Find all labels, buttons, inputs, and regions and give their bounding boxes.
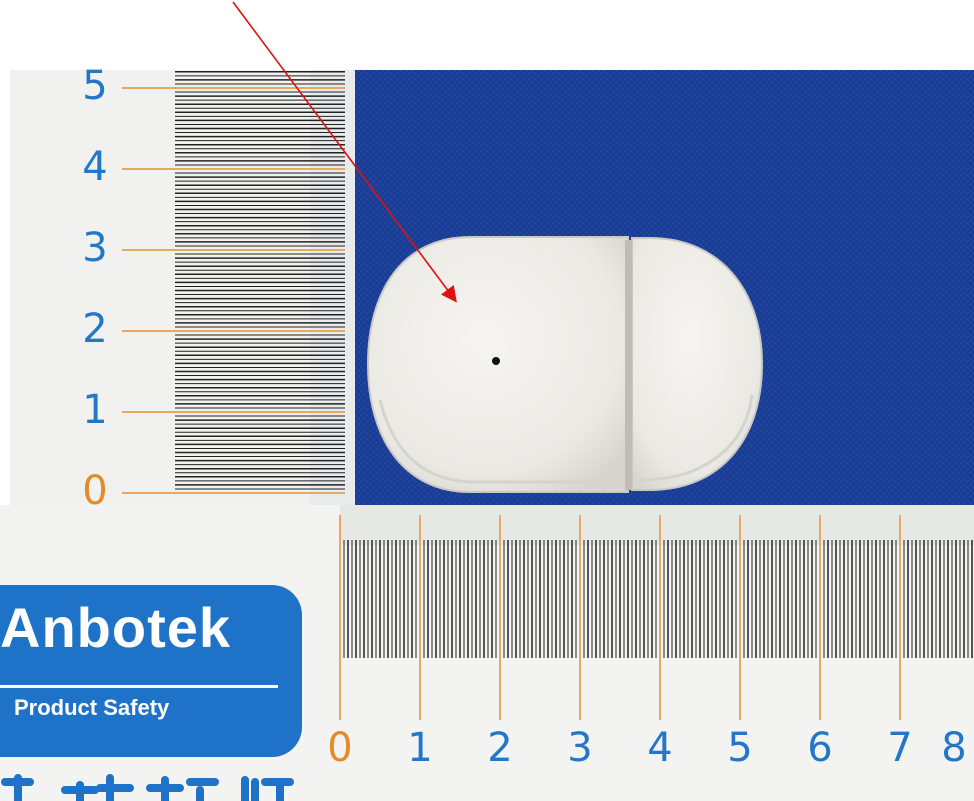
- horizontal-ruler-label: 6: [807, 725, 833, 771]
- horizontal-ruler-label: 2: [487, 725, 513, 771]
- vertical-ruler-label: 5: [82, 63, 108, 109]
- horizontal-ruler-label: 8: [941, 725, 967, 771]
- door-window-sensor-icon: [366, 236, 764, 493]
- brand-tagline: Product Safety: [14, 695, 170, 720]
- brand-chinese-text: [0, 760, 300, 801]
- horizontal-ruler-label: 3: [567, 725, 593, 771]
- brand-logo-box: Anbotek Product Safety: [0, 585, 302, 757]
- horizontal-ruler-label: 7: [887, 725, 913, 771]
- horizontal-ruler-label: 5: [727, 725, 753, 771]
- horizontal-ruler-label: 0: [327, 725, 353, 771]
- horizontal-ruler-label: 4: [647, 725, 673, 771]
- vertical-ruler-label: 1: [82, 387, 108, 433]
- vertical-ruler-label: 2: [82, 306, 108, 352]
- brand-name: Anbotek: [0, 596, 231, 659]
- sensor-gap: [625, 240, 632, 490]
- vertical-ruler-label: 0: [82, 468, 108, 514]
- horizontal-ruler-label: 1: [407, 725, 433, 771]
- vertical-ruler-label: 3: [82, 225, 108, 271]
- sensor-indicator-hole: [492, 357, 500, 365]
- vertical-ruler-label: 4: [82, 144, 108, 190]
- horizontal-ruler-edge: [340, 505, 974, 545]
- brand-divider: [0, 685, 278, 688]
